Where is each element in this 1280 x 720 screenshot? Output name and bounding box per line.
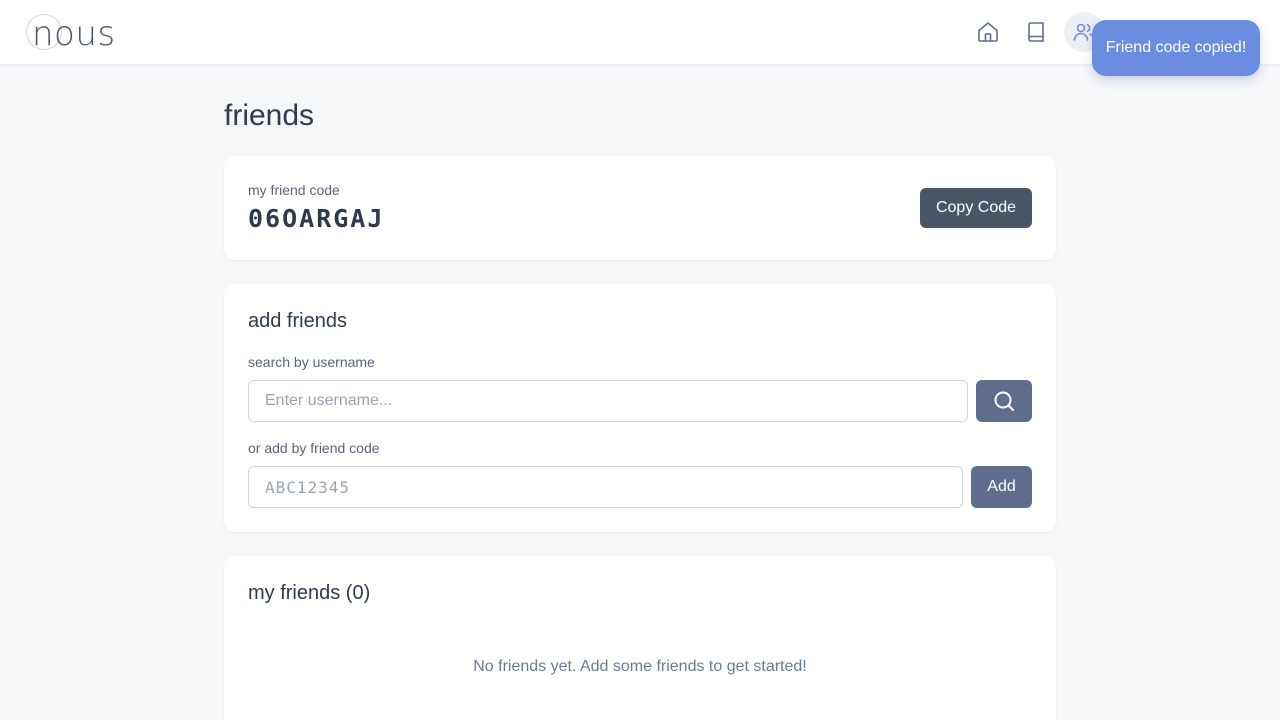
logo[interactable]: nous	[24, 12, 124, 54]
home-icon	[978, 22, 998, 42]
add-friend-button[interactable]: Add	[971, 466, 1032, 508]
search-button[interactable]	[976, 380, 1032, 422]
empty-friends-message: No friends yet. Add some friends to get …	[473, 658, 807, 675]
page-title: friends	[224, 99, 315, 132]
nav-library-button[interactable]	[1016, 12, 1056, 52]
logo-text: nous	[32, 14, 116, 54]
add-friends-title: add friends	[248, 310, 347, 332]
copy-code-button[interactable]: Copy Code	[920, 188, 1032, 228]
friend-code-value: 06OARGAJ	[248, 204, 385, 233]
friend-code-card: my friend code 06OARGAJ Copy Code	[224, 156, 1056, 260]
add-friends-card: add friends search by username or add by…	[224, 284, 1056, 532]
username-search-input[interactable]	[248, 380, 968, 422]
top-bar: nous	[0, 0, 1280, 64]
friend-code-input-label: or add by friend code	[248, 440, 380, 456]
search-icon	[994, 391, 1014, 411]
my-friends-title: my friends (0)	[248, 582, 371, 604]
toast-notification: Friend code copied!	[1092, 20, 1260, 76]
my-friends-card: my friends (0) No friends yet. Add some …	[224, 556, 1056, 720]
search-username-label: search by username	[248, 354, 375, 370]
friend-code-label: my friend code	[248, 182, 340, 198]
nav-home-button[interactable]	[968, 12, 1008, 52]
book-icon	[1028, 22, 1044, 42]
friend-code-input[interactable]	[248, 466, 963, 508]
